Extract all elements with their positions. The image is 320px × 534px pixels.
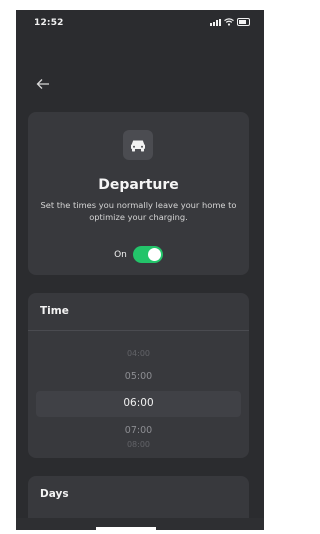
car-badge <box>123 130 153 160</box>
departure-description: Set the times you normally leave your ho… <box>40 200 237 222</box>
back-button[interactable] <box>36 78 52 92</box>
app-screen: 12:52 Departure Set the times you normal… <box>16 10 264 530</box>
time-option[interactable]: 05:00 <box>28 371 249 382</box>
departure-toggle[interactable] <box>132 246 163 263</box>
home-indicator <box>96 527 156 530</box>
divider <box>28 330 249 331</box>
car-icon <box>131 140 145 151</box>
signal-icon <box>210 18 221 26</box>
time-card: Time 04:00 05:00 06:00 07:00 08:00 <box>28 293 249 458</box>
time-picker[interactable]: 04:00 05:00 06:00 07:00 08:00 <box>28 343 249 447</box>
time-option-selected[interactable]: 06:00 <box>28 397 249 409</box>
departure-toggle-row: On <box>28 246 249 263</box>
time-option[interactable]: 07:00 <box>28 425 249 436</box>
status-time: 12:52 <box>34 18 64 28</box>
page-title: Departure <box>98 177 179 193</box>
arrow-left-icon <box>36 79 49 89</box>
days-section-title: Days <box>40 488 69 500</box>
time-option[interactable]: 04:00 <box>28 349 249 358</box>
toggle-label: On <box>114 249 127 260</box>
toggle-knob <box>147 248 161 261</box>
wifi-icon <box>224 18 234 26</box>
bottom-bar <box>16 518 264 530</box>
time-option[interactable]: 08:00 <box>28 441 249 447</box>
time-section-title: Time <box>40 305 69 317</box>
battery-icon <box>237 18 250 26</box>
departure-card: Departure Set the times you normally lea… <box>28 112 249 275</box>
status-bar: 12:52 <box>16 10 264 38</box>
status-icons <box>210 18 250 26</box>
